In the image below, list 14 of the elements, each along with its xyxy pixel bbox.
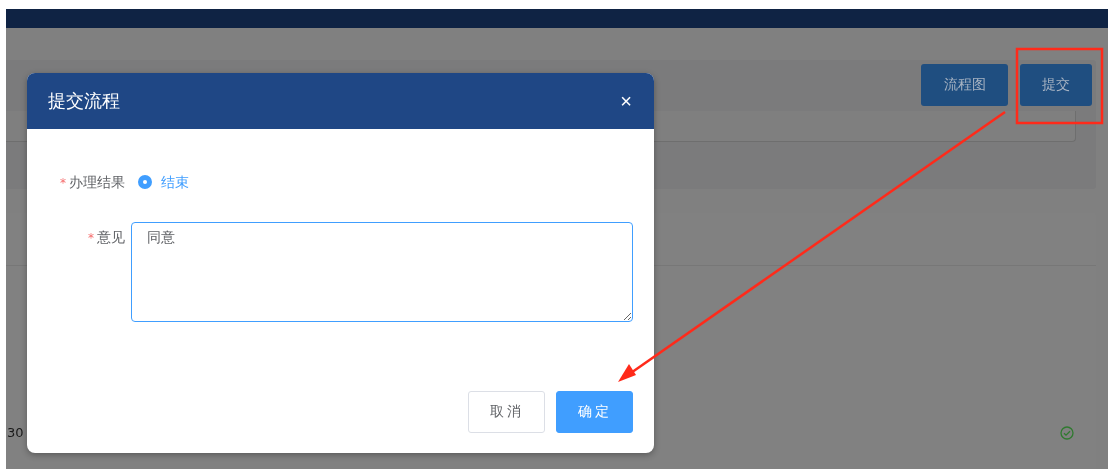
table-cell: 30 bbox=[7, 425, 24, 440]
opinion-field[interactable]: 同意 bbox=[131, 222, 633, 322]
field-label: 办理结果 bbox=[69, 174, 125, 190]
cancel-button[interactable]: 取消 bbox=[468, 391, 545, 433]
toolbar-button[interactable]: 流程图 bbox=[921, 64, 1008, 106]
toolbar-button[interactable]: 提交 bbox=[1020, 64, 1092, 106]
radio-option[interactable]: 结束 bbox=[138, 171, 189, 193]
required-mark: * bbox=[60, 176, 66, 190]
check-circle-icon bbox=[1060, 425, 1074, 440]
field-label: 意见 bbox=[97, 229, 125, 245]
confirm-button[interactable]: 确定 bbox=[556, 391, 633, 433]
required-mark: * bbox=[88, 231, 94, 245]
dialog-title: 提交流程 bbox=[48, 89, 120, 113]
close-button[interactable]: × bbox=[620, 91, 632, 111]
